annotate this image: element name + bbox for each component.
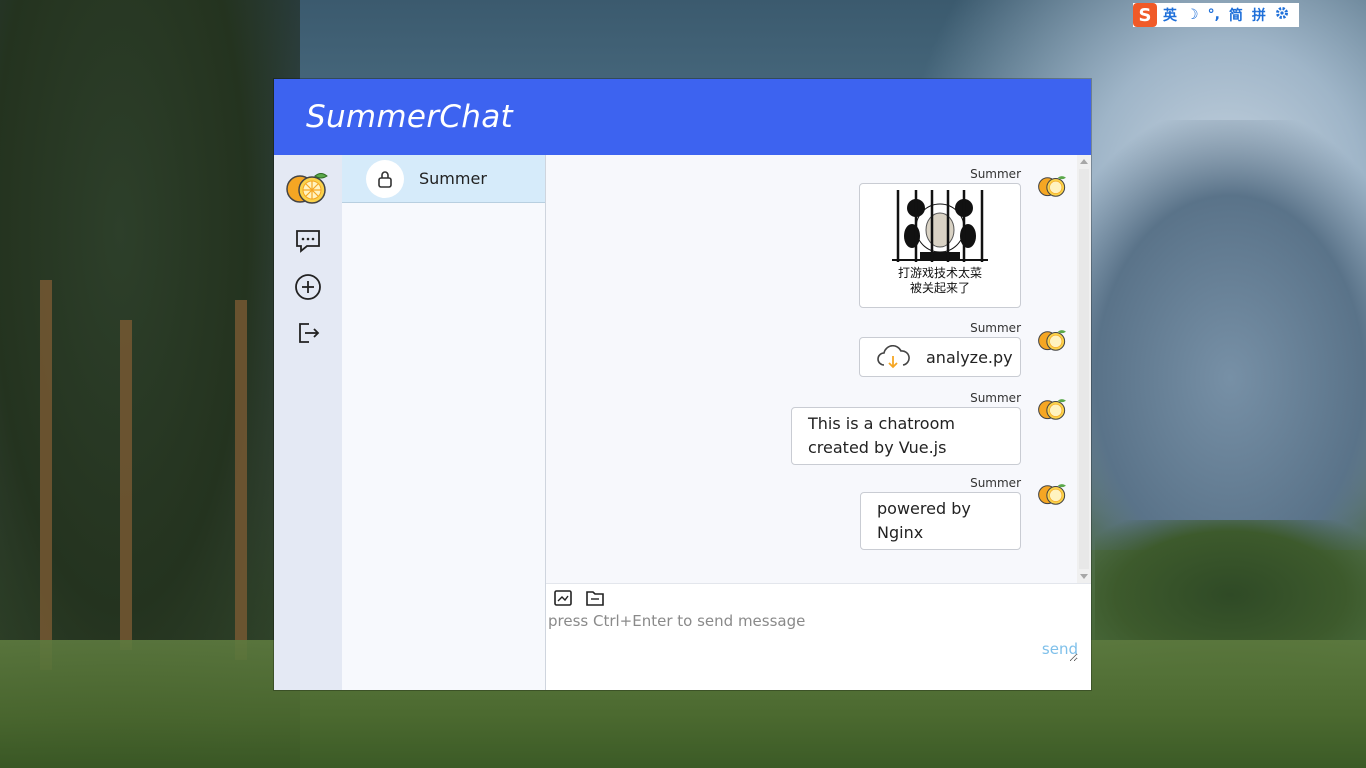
message: Summer This is a chatroom created by Vue…: [791, 391, 1021, 465]
message: Summer powered by Nginx: [860, 476, 1021, 550]
app-title: SummerChat: [306, 99, 513, 135]
image-upload-icon[interactable]: [553, 588, 573, 608]
plus-circle-icon[interactable]: [292, 271, 324, 303]
message-sender: Summer: [970, 476, 1021, 490]
orange-avatar-icon[interactable]: [1037, 481, 1069, 511]
ime-simplified-toggle[interactable]: 简: [1229, 5, 1243, 25]
message-sender: Summer: [970, 321, 1021, 335]
ime-pinyin-toggle[interactable]: 拼: [1252, 5, 1266, 25]
message-text-line: This is a chatroom: [808, 414, 955, 433]
message: Summer 打游戏技术太菜 被关起来了: [859, 167, 1021, 312]
image-caption-line: 被关起来了: [909, 281, 970, 295]
file-upload-icon[interactable]: [585, 588, 605, 608]
ime-language-toggle[interactable]: 英: [1163, 5, 1177, 25]
tree-trunk: [40, 280, 52, 670]
message-text-line: Nginx: [877, 523, 924, 542]
scroll-up-arrow[interactable]: [1080, 159, 1088, 164]
composer-toolbar: [553, 588, 605, 608]
message-sender: Summer: [970, 391, 1021, 405]
orange-avatar-icon[interactable]: [285, 169, 331, 211]
ime-toolbar[interactable]: S 英 ☽ °, 简 拼: [1133, 3, 1299, 27]
orange-avatar-icon[interactable]: [1037, 327, 1069, 357]
message-text-line: powered by: [877, 499, 971, 518]
side-rail: [274, 155, 342, 690]
image-message-bubble[interactable]: 打游戏技术太菜 被关起来了: [859, 183, 1021, 308]
message-composer: send: [546, 584, 1091, 690]
message-text-line: created by Vue.js: [808, 438, 947, 457]
logout-icon[interactable]: [292, 317, 324, 349]
room-item-summer[interactable]: Summer: [342, 155, 545, 203]
room-list: Summer: [342, 155, 546, 690]
scroll-down-arrow[interactable]: [1080, 574, 1088, 579]
ime-logo[interactable]: S: [1133, 3, 1157, 27]
text-message-bubble[interactable]: powered by Nginx: [860, 492, 1021, 550]
app-header: SummerChat: [274, 79, 1091, 155]
gear-icon[interactable]: [1275, 6, 1289, 24]
orange-avatar-icon[interactable]: [1037, 396, 1069, 426]
text-message-bubble[interactable]: This is a chatroom created by Vue.js: [791, 407, 1021, 465]
ime-moon-icon[interactable]: ☽: [1186, 7, 1199, 23]
tree-trunk: [235, 300, 247, 660]
panda-meme-image: [892, 190, 988, 262]
ime-punctuation-toggle[interactable]: °,: [1208, 7, 1220, 23]
image-caption-line: 打游戏技术太菜: [897, 266, 982, 280]
chat-panel: Summer 打游戏技术太菜 被关起来了 Summer analyze.py S…: [546, 155, 1091, 690]
message-scrollbar[interactable]: [1077, 155, 1091, 583]
file-name: analyze.py: [926, 347, 1013, 367]
message-sender: Summer: [970, 167, 1021, 181]
chat-bubble-icon[interactable]: [292, 225, 324, 257]
orange-avatar-icon[interactable]: [1037, 173, 1069, 203]
message-input[interactable]: [548, 612, 1078, 662]
lock-icon: [366, 159, 404, 198]
message-list[interactable]: Summer 打游戏技术太菜 被关起来了 Summer analyze.py S…: [546, 155, 1091, 584]
send-button[interactable]: send: [1042, 640, 1078, 658]
room-name: Summer: [419, 169, 487, 188]
scroll-thumb[interactable]: [1079, 169, 1089, 569]
chat-app-window: SummerChat Summer Summer 打游戏技术太菜 被关起来了 S…: [274, 79, 1091, 690]
cloud-download-icon: [876, 345, 910, 369]
file-message-bubble[interactable]: analyze.py: [859, 337, 1021, 377]
tree-trunk: [120, 320, 132, 650]
message: Summer analyze.py: [859, 321, 1021, 377]
